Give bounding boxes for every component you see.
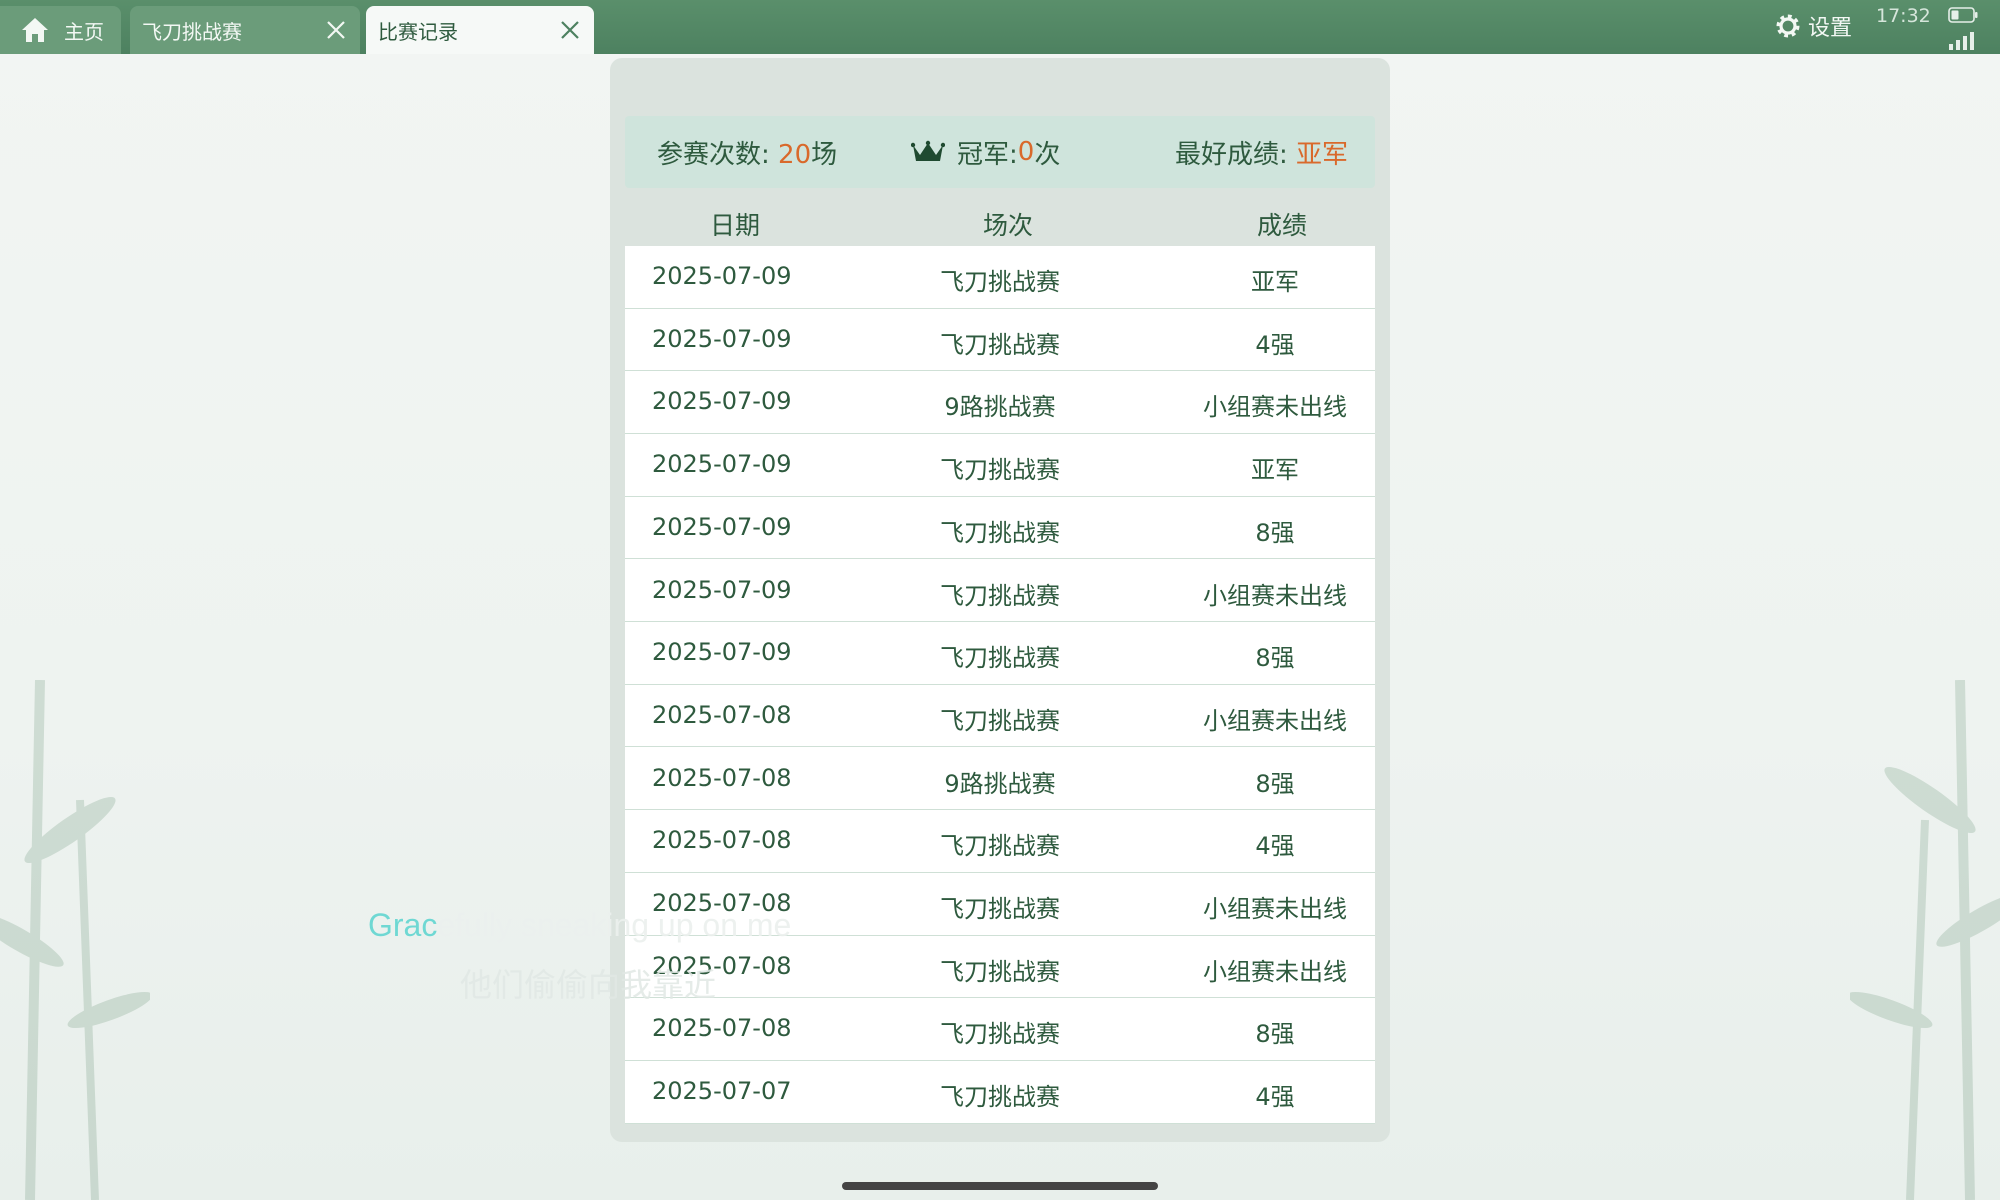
row-match: 飞刀挑战赛 bbox=[940, 581, 1060, 610]
lyric-rest: efully sneaking up on me bbox=[437, 907, 792, 943]
table-header: 日期 场次 成绩 bbox=[625, 192, 1375, 246]
row-result: 小组赛未出线 bbox=[1203, 393, 1347, 422]
row-result: 亚军 bbox=[1251, 268, 1299, 296]
row-match: 飞刀挑战赛 bbox=[940, 957, 1060, 986]
tab-home[interactable]: 主页 bbox=[0, 6, 121, 54]
tab-label: 飞刀挑战赛 bbox=[142, 19, 242, 44]
row-match: 飞刀挑战赛 bbox=[940, 1083, 1060, 1112]
row-match: 飞刀挑战赛 bbox=[940, 895, 1060, 923]
row-result: 8强 bbox=[1255, 644, 1295, 673]
row-result: 4强 bbox=[1255, 330, 1295, 359]
row-date: 2025-07-08 bbox=[652, 700, 792, 729]
table-row[interactable]: 2025-07-08 飞刀挑战赛 小组赛未出线 bbox=[625, 936, 1375, 999]
lyric-line-english: Gracefully sneaking up on me bbox=[368, 907, 791, 944]
row-date: 2025-07-09 bbox=[652, 387, 792, 416]
row-date: 2025-07-08 bbox=[652, 826, 792, 855]
close-icon[interactable] bbox=[560, 20, 580, 40]
best-value: 亚军 bbox=[1296, 139, 1349, 170]
header-date: 日期 bbox=[710, 211, 761, 240]
row-result: 8强 bbox=[1255, 1020, 1295, 1049]
table-row[interactable]: 2025-07-08 飞刀挑战赛 8强 bbox=[625, 998, 1375, 1061]
row-date: 2025-07-09 bbox=[652, 450, 792, 479]
row-result: 小组赛未出线 bbox=[1203, 581, 1347, 610]
row-result: 8强 bbox=[1255, 769, 1295, 798]
summary-bar: 参赛次数: 20场 冠军: 0次 最好成绩: 亚军 bbox=[625, 116, 1375, 188]
table-row[interactable]: 2025-07-09 飞刀挑战赛 小组赛未出线 bbox=[625, 560, 1375, 622]
row-result: 4强 bbox=[1255, 1083, 1295, 1112]
row-result: 小组赛未出线 bbox=[1203, 957, 1347, 986]
row-match: 飞刀挑战赛 bbox=[940, 518, 1060, 547]
crown-icon bbox=[911, 140, 945, 161]
home-icon bbox=[22, 18, 48, 42]
table-row[interactable]: 2025-07-09 飞刀挑战赛 8强 bbox=[625, 622, 1375, 685]
row-match: 飞刀挑战赛 bbox=[940, 330, 1060, 359]
entries-count: 参赛次数: 20场 bbox=[657, 134, 837, 171]
settings-button[interactable]: 设置 bbox=[1774, 10, 1852, 42]
header-match: 场次 bbox=[983, 211, 1034, 240]
row-result: 8强 bbox=[1255, 518, 1295, 547]
clock: 17:32 bbox=[1876, 5, 1931, 27]
home-indicator[interactable] bbox=[842, 1182, 1158, 1190]
row-match: 9路挑战赛 bbox=[944, 769, 1056, 798]
row-result: 4强 bbox=[1255, 832, 1295, 861]
battery-icon bbox=[1948, 7, 1978, 23]
table-row[interactable]: 2025-07-07 飞刀挑战赛 4强 bbox=[625, 1061, 1375, 1124]
table-row[interactable]: 2025-07-09 9路挑战赛 小组赛未出线 bbox=[625, 371, 1375, 434]
table-row[interactable]: 2025-07-09 飞刀挑战赛 亚军 bbox=[625, 434, 1375, 497]
entries-value: 20 bbox=[778, 139, 812, 170]
table-row[interactable]: 2025-07-08 飞刀挑战赛 小组赛未出线 bbox=[625, 685, 1375, 748]
best-result: 最好成绩: 亚军 bbox=[1175, 134, 1348, 171]
row-result: 亚军 bbox=[1251, 456, 1299, 485]
gear-icon bbox=[1776, 14, 1800, 38]
champion-label: 冠军: bbox=[957, 139, 1018, 170]
row-match: 9路挑战赛 bbox=[944, 393, 1056, 422]
row-date: 2025-07-08 bbox=[652, 1014, 792, 1043]
row-date: 2025-07-09 bbox=[652, 575, 792, 604]
champion-unit: 次 bbox=[1034, 139, 1061, 170]
row-date: 2025-07-07 bbox=[652, 1077, 792, 1106]
bamboo-decoration-left bbox=[0, 680, 150, 1200]
close-icon[interactable] bbox=[326, 20, 346, 40]
match-records-panel: 参赛次数: 20场 冠军: 0次 最好成绩: 亚军 日期 场次 成绩 2025-… bbox=[610, 58, 1390, 1142]
signal-icon bbox=[1949, 32, 1974, 50]
records-table[interactable]: 2025-07-09 飞刀挑战赛 亚军 2025-07-09 飞刀挑战赛 4强 2025-0… bbox=[625, 246, 1375, 1124]
header-result: 成绩 bbox=[1257, 211, 1308, 240]
row-match: 飞刀挑战赛 bbox=[940, 268, 1060, 296]
champion-count: 冠军: 0次 bbox=[911, 134, 1060, 171]
tab-label: 比赛记录 bbox=[378, 19, 458, 44]
tab-label: 主页 bbox=[64, 19, 104, 44]
bamboo-decoration-right bbox=[1850, 680, 2000, 1200]
best-label: 最好成绩: bbox=[1175, 139, 1297, 170]
table-row[interactable]: 2025-07-08 飞刀挑战赛 4强 bbox=[625, 810, 1375, 873]
row-date: 2025-07-09 bbox=[652, 512, 792, 541]
row-match: 飞刀挑战赛 bbox=[940, 832, 1060, 861]
row-match: 飞刀挑战赛 bbox=[940, 644, 1060, 673]
tab-match-records[interactable]: 比赛记录 bbox=[366, 6, 594, 54]
champion-value: 0 bbox=[1017, 137, 1035, 167]
lyric-highlight: Grac bbox=[368, 907, 438, 943]
top-bar: 主页 飞刀挑战赛 比赛记录 设置 17:32 bbox=[0, 0, 2000, 54]
row-date: 2025-07-09 bbox=[652, 638, 792, 667]
table-row[interactable]: 2025-07-09 飞刀挑战赛 4强 bbox=[625, 309, 1375, 372]
row-result: 小组赛未出线 bbox=[1203, 895, 1347, 923]
lyric-line-chinese: 他们偷偷向我靠近 bbox=[460, 966, 717, 1004]
table-row[interactable]: 2025-07-09 飞刀挑战赛 8强 bbox=[625, 497, 1375, 560]
row-date: 2025-07-09 bbox=[652, 262, 792, 290]
entries-unit: 场 bbox=[811, 139, 838, 170]
settings-label: 设置 bbox=[1808, 16, 1853, 41]
table-row[interactable]: 2025-07-08 9路挑战赛 8强 bbox=[625, 748, 1375, 811]
entries-label: 参赛次数: bbox=[657, 139, 779, 170]
row-date: 2025-07-08 bbox=[652, 763, 792, 792]
row-date: 2025-07-09 bbox=[652, 324, 792, 353]
row-match: 飞刀挑战赛 bbox=[940, 1020, 1060, 1049]
row-match: 飞刀挑战赛 bbox=[940, 456, 1060, 485]
table-row[interactable]: 2025-07-09 飞刀挑战赛 亚军 bbox=[625, 246, 1375, 309]
row-match: 飞刀挑战赛 bbox=[940, 706, 1060, 735]
tab-feidao-challenge[interactable]: 飞刀挑战赛 bbox=[130, 6, 360, 54]
row-result: 小组赛未出线 bbox=[1203, 706, 1347, 735]
